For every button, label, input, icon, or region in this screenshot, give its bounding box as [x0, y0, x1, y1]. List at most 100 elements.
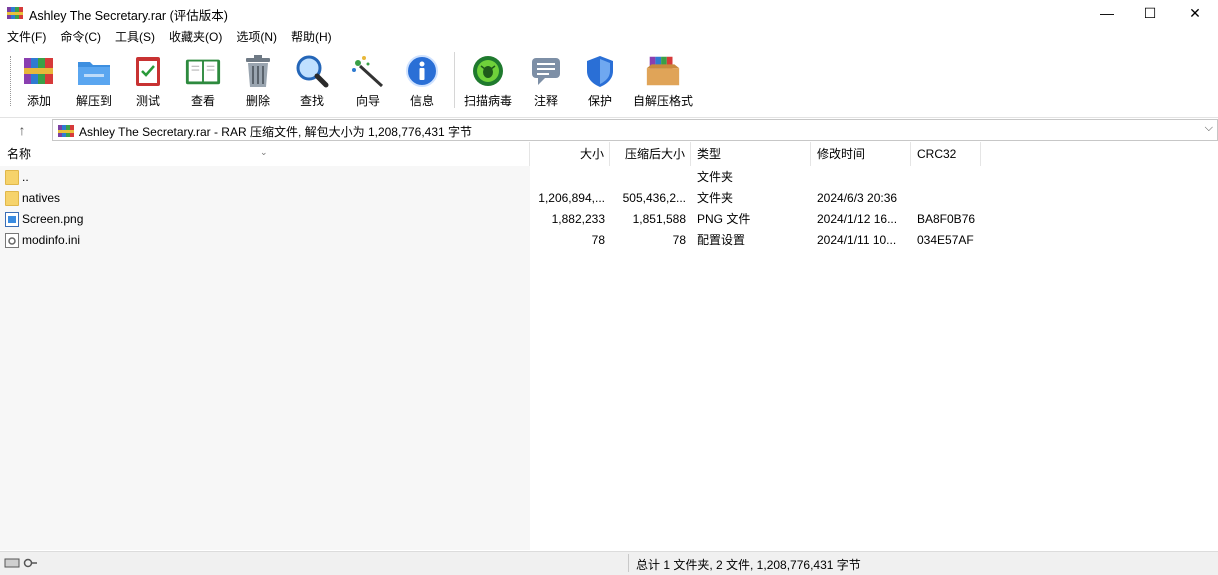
view-button[interactable]: 查看	[180, 50, 226, 110]
menu-help[interactable]: 帮助(H)	[284, 27, 339, 47]
test-button[interactable]: 测试	[128, 50, 168, 110]
menu-options[interactable]: 选项(N)	[229, 27, 284, 47]
column-mtime-label: 修改时间	[817, 147, 866, 161]
sfx-button[interactable]: 自解压格式	[632, 50, 694, 110]
extract-folder-icon	[75, 53, 113, 89]
file-mtime	[817, 167, 909, 188]
column-name-label: 名称	[7, 147, 32, 161]
file-crc: 034E57AF	[917, 233, 974, 247]
winrar-books-icon	[20, 53, 58, 89]
extract-to-button[interactable]: 解压到	[72, 50, 116, 110]
file-mtime: 2024/1/12 16...	[817, 212, 898, 226]
protect-label: 保护	[587, 94, 612, 108]
file-mtime: 2024/6/3 20:36	[817, 191, 898, 205]
add-label: 添加	[26, 94, 51, 108]
wizard-label: 向导	[355, 94, 380, 108]
winrar-app-icon[interactable]	[7, 5, 23, 21]
wizard-wand-icon	[349, 53, 387, 89]
scan-virus-button[interactable]: 扫描病毒	[462, 50, 514, 110]
column-packed-label: 压缩后大小	[624, 147, 685, 161]
folder-icon	[5, 170, 19, 185]
magnifier-icon	[293, 53, 331, 89]
file-crc	[917, 167, 979, 188]
wizard-button[interactable]: 向导	[346, 50, 390, 110]
menu-tools[interactable]: 工具(S)	[108, 27, 162, 47]
file-packed-size	[610, 167, 686, 188]
shield-icon	[581, 53, 619, 89]
info-button[interactable]: 信息	[402, 50, 442, 110]
column-crc-label: CRC32	[917, 147, 957, 161]
menu-file[interactable]: 文件(F)	[0, 27, 53, 47]
column-type-label: 类型	[697, 147, 722, 161]
virus-scan-icon	[469, 53, 507, 89]
file-packed-size: 1,851,588	[632, 212, 686, 226]
toolbar-separator	[454, 52, 455, 108]
column-header-type[interactable]: 类型	[691, 142, 811, 166]
add-button[interactable]: 添加	[18, 50, 60, 110]
minimize-button[interactable]: —	[1084, 0, 1130, 26]
protect-button[interactable]: 保护	[580, 50, 620, 110]
column-header-name[interactable]: 名称 ⌄	[0, 142, 530, 166]
file-packed-size: 505,436,2...	[622, 191, 686, 205]
column-size-label: 大小	[579, 147, 604, 161]
table-row[interactable]: .. 文件夹	[0, 167, 1218, 188]
address-field[interactable]: Ashley The Secretary.rar - RAR 压缩文件, 解包大…	[52, 119, 1218, 141]
address-path: Ashley The Secretary.rar - RAR 压缩文件, 解包大…	[79, 125, 473, 139]
table-row[interactable]: natives 1,206,894,... 505,436,2... 文件夹 2…	[0, 188, 1218, 209]
ini-file-icon	[5, 233, 19, 248]
file-packed-size: 78	[672, 233, 686, 247]
toolbar-grip[interactable]	[10, 56, 12, 106]
test-clipboard-icon	[129, 53, 167, 89]
sort-chevron-icon: ⌄	[260, 147, 268, 157]
delete-label: 删除	[245, 94, 270, 108]
png-file-icon	[5, 212, 19, 227]
status-bar: 总计 1 文件夹, 2 文件, 1,208,776,431 字节	[0, 551, 1218, 575]
comment-button[interactable]: 注释	[526, 50, 566, 110]
find-label: 查找	[299, 94, 324, 108]
file-type: 配置设置	[697, 233, 746, 247]
sfx-box-icon	[644, 53, 682, 89]
file-size: 1,206,894,...	[538, 191, 605, 205]
trash-can-icon	[239, 53, 277, 89]
rar-archive-icon	[58, 125, 74, 137]
file-crc: BA8F0B76	[917, 212, 976, 226]
menu-commands[interactable]: 命令(C)	[53, 27, 108, 47]
status-divider	[628, 554, 629, 572]
find-button[interactable]: 查找	[292, 50, 332, 110]
address-bar: ↑ Ashley The Secretary.rar - RAR 压缩文件, 解…	[0, 117, 1218, 141]
file-mtime: 2024/1/11 10...	[817, 233, 897, 247]
window-title: Ashley The Secretary.rar (评估版本)	[29, 9, 228, 23]
maximize-button[interactable]: ☐	[1127, 0, 1173, 26]
column-header-crc[interactable]: CRC32	[911, 142, 981, 166]
table-row[interactable]: Screen.png 1,882,233 1,851,588 PNG 文件 20…	[0, 209, 1218, 230]
column-header-size[interactable]: 大小	[530, 142, 610, 166]
delete-button[interactable]: 删除	[238, 50, 278, 110]
file-name: modinfo.ini	[22, 233, 81, 247]
close-button[interactable]: ✕	[1172, 0, 1218, 26]
info-icon	[403, 53, 441, 89]
test-label: 测试	[135, 94, 160, 108]
status-summary: 总计 1 文件夹, 2 文件, 1,208,776,431 字节	[636, 558, 861, 572]
file-name: ..	[22, 170, 29, 184]
table-row[interactable]: modinfo.ini 78 78 配置设置 2024/1/11 10... 0…	[0, 230, 1218, 251]
comment-icon	[527, 53, 565, 89]
drive-key-icon[interactable]	[4, 556, 38, 573]
address-dropdown-icon[interactable]: ⌵	[1205, 122, 1213, 135]
menu-favorites[interactable]: 收藏夹(O)	[162, 27, 229, 47]
file-name: Screen.png	[22, 212, 84, 226]
file-list[interactable]: 名称 ⌄ 大小 压缩后大小 类型 修改时间 CRC32 .. 文件夹 nativ…	[0, 142, 1218, 550]
column-header-packed[interactable]: 压缩后大小	[610, 142, 691, 166]
file-size: 78	[591, 233, 605, 247]
file-size	[530, 167, 605, 188]
view-book-icon	[184, 53, 222, 89]
menu-bar: 文件(F) 命令(C) 工具(S) 收藏夹(O) 选项(N) 帮助(H)	[0, 27, 1218, 47]
info-label: 信息	[409, 94, 434, 108]
folder-icon	[5, 191, 19, 206]
file-name: natives	[22, 191, 61, 205]
view-label: 查看	[190, 94, 215, 108]
title-bar: Ashley The Secretary.rar (评估版本) — ☐ ✕	[0, 0, 1218, 26]
column-header-mtime[interactable]: 修改时间	[811, 142, 911, 166]
file-type: PNG 文件	[697, 212, 751, 226]
sfx-label: 自解压格式	[632, 94, 693, 108]
up-folder-button[interactable]: ↑	[10, 120, 34, 140]
